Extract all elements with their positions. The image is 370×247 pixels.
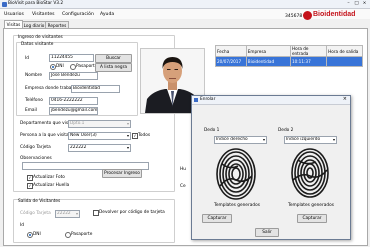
name-input[interactable]: Jose Bendezu xyxy=(49,72,98,80)
menu-ayuda[interactable]: Ayuda xyxy=(100,12,114,17)
chevron-down-icon: ▾ xyxy=(262,137,265,142)
id-label: Id xyxy=(25,56,29,61)
menu-usuarios[interactable]: Usuarios xyxy=(4,12,24,17)
card-label: Código Tarjeta xyxy=(20,145,51,150)
all-label: Todos xyxy=(138,133,151,138)
exit-dni-label: DNI xyxy=(33,232,41,237)
name-label: Nombre xyxy=(25,73,43,78)
visits-table: Fecha Empresa Hora de entrada Hora de sa… xyxy=(215,45,363,67)
finger2-select[interactable]: Indice izquierdo ▾ xyxy=(284,136,337,144)
minimize-button[interactable]: – xyxy=(345,1,352,6)
cell-empresa: Bioidentidad xyxy=(245,56,291,67)
department-label: Departamento que visita xyxy=(20,121,74,126)
person-value: New User(3) xyxy=(70,133,97,138)
exit-card-label: Código Tarjeta xyxy=(20,211,51,216)
company-label: Empresa donde trabaja xyxy=(25,86,76,91)
person-select[interactable]: New User(3) ▾ xyxy=(68,132,131,140)
side-label-bottom: Ce xyxy=(180,184,186,189)
fingerprint-preview-1 xyxy=(214,146,258,200)
phone-label: Teléfono xyxy=(25,98,43,103)
enroll-dialog-title: Enrolar xyxy=(200,97,216,102)
department-value: Dpto.1 xyxy=(70,121,85,126)
id-input[interactable]: 11224455 xyxy=(49,54,94,62)
title-bar: BioVisit para BioStar V3.2 – □ × xyxy=(0,0,370,9)
fingerprint-icon xyxy=(291,148,329,198)
dialog-app-icon xyxy=(194,98,198,102)
update-photo-label: Actualizar Foto xyxy=(33,175,65,180)
cell-hora-entrada: 10:11:37 xyxy=(289,56,328,67)
capture-button-2[interactable]: Capturar xyxy=(297,214,327,223)
chevron-down-icon: ▾ xyxy=(126,121,129,126)
capture-button-1[interactable]: Capturar xyxy=(202,214,232,223)
column-hora-entrada[interactable]: Hora de entrada xyxy=(289,45,328,57)
visitor-data-title: Datos visitante xyxy=(21,42,54,47)
process-entry-button[interactable]: Procesar Ingreso xyxy=(102,169,142,178)
phone-input[interactable]: 0416-2222222 xyxy=(49,97,98,105)
enroll-dialog: Enrolar × Dedo 1 Indice derecho ▾ Dedo 2 … xyxy=(191,95,351,240)
table-row[interactable]: 20/07/2017 Bioidentidad 10:11:37 xyxy=(215,56,363,67)
column-fecha[interactable]: Fecha xyxy=(215,45,247,57)
header-code: 345678 xyxy=(285,14,303,19)
enroll-dialog-titlebar: Enrolar × xyxy=(192,96,350,105)
exit-button[interactable]: Salir xyxy=(255,228,279,237)
templates-generated-2: Templates generados xyxy=(288,203,334,208)
card-value: 222222 xyxy=(70,145,87,150)
finger1-select[interactable]: Indice derecho ▾ xyxy=(214,136,267,144)
maximize-button[interactable]: □ xyxy=(353,1,360,6)
chevron-down-icon: ▾ xyxy=(126,145,129,150)
app-icon xyxy=(1,1,7,7)
chevron-down-icon: ▾ xyxy=(332,137,335,142)
logo-text: Bioidentidad xyxy=(313,11,356,18)
close-icon[interactable]: × xyxy=(343,96,347,102)
cell-fecha: 20/07/2017 xyxy=(215,56,247,67)
column-empresa[interactable]: Empresa xyxy=(245,45,291,57)
menu-visitantes[interactable]: Visitantes xyxy=(32,12,55,17)
exit-card-value: 22222 xyxy=(57,211,71,216)
dni-label: DNI xyxy=(56,64,64,69)
exit-card-select[interactable]: 22222 ▾ xyxy=(55,210,80,218)
finger1-value: Indice derecho xyxy=(216,137,248,142)
person-label: Persona a la que visita xyxy=(20,133,69,138)
chevron-down-icon: ▾ xyxy=(75,211,78,216)
templates-generated-1: Templates generados xyxy=(214,203,260,208)
cell-hora-salida xyxy=(326,56,363,67)
department-select[interactable]: Dpto.1 ▾ xyxy=(68,120,131,128)
search-button[interactable]: Buscar xyxy=(95,54,132,63)
notes-label: Observaciones xyxy=(20,156,52,161)
finger2-label: Dedo 2 xyxy=(278,128,294,133)
fingerprint-preview-2 xyxy=(288,146,332,200)
window-title: BioVisit para BioStar V3.2 xyxy=(8,1,64,6)
column-hora-salida[interactable]: Hora de salida xyxy=(326,45,363,57)
return-by-card-label: Devolver por código de tarjeta xyxy=(99,210,165,215)
brand-logo: Bioidentidad xyxy=(303,10,367,22)
exit-group-title: Salida de Visitantes xyxy=(18,199,61,204)
exit-id-label: Id xyxy=(20,223,24,228)
company-input[interactable]: Bioidentidad xyxy=(71,85,120,93)
blacklist-button[interactable]: A lista negra xyxy=(95,63,132,72)
chevron-down-icon: ▾ xyxy=(126,133,129,138)
close-button[interactable]: × xyxy=(361,1,368,6)
exit-passport-label: Pasaporte xyxy=(71,232,93,237)
logo-mark-icon xyxy=(303,11,312,20)
finger1-label: Dedo 1 xyxy=(204,128,220,133)
menu-configuracion[interactable]: Configuración xyxy=(62,12,94,17)
update-fingerprint-label: Actualizar Huella xyxy=(33,183,70,188)
side-label-top: Hu xyxy=(180,167,186,172)
email-input[interactable]: jbendezu@gmail.com xyxy=(49,107,98,115)
fingerprint-icon xyxy=(216,148,256,200)
entry-group-title: Ingreso de visitantes xyxy=(18,35,63,40)
finger2-value: Indice izquierdo xyxy=(286,137,321,142)
card-select[interactable]: 222222 ▾ xyxy=(68,144,131,152)
email-label: Email xyxy=(25,108,37,113)
